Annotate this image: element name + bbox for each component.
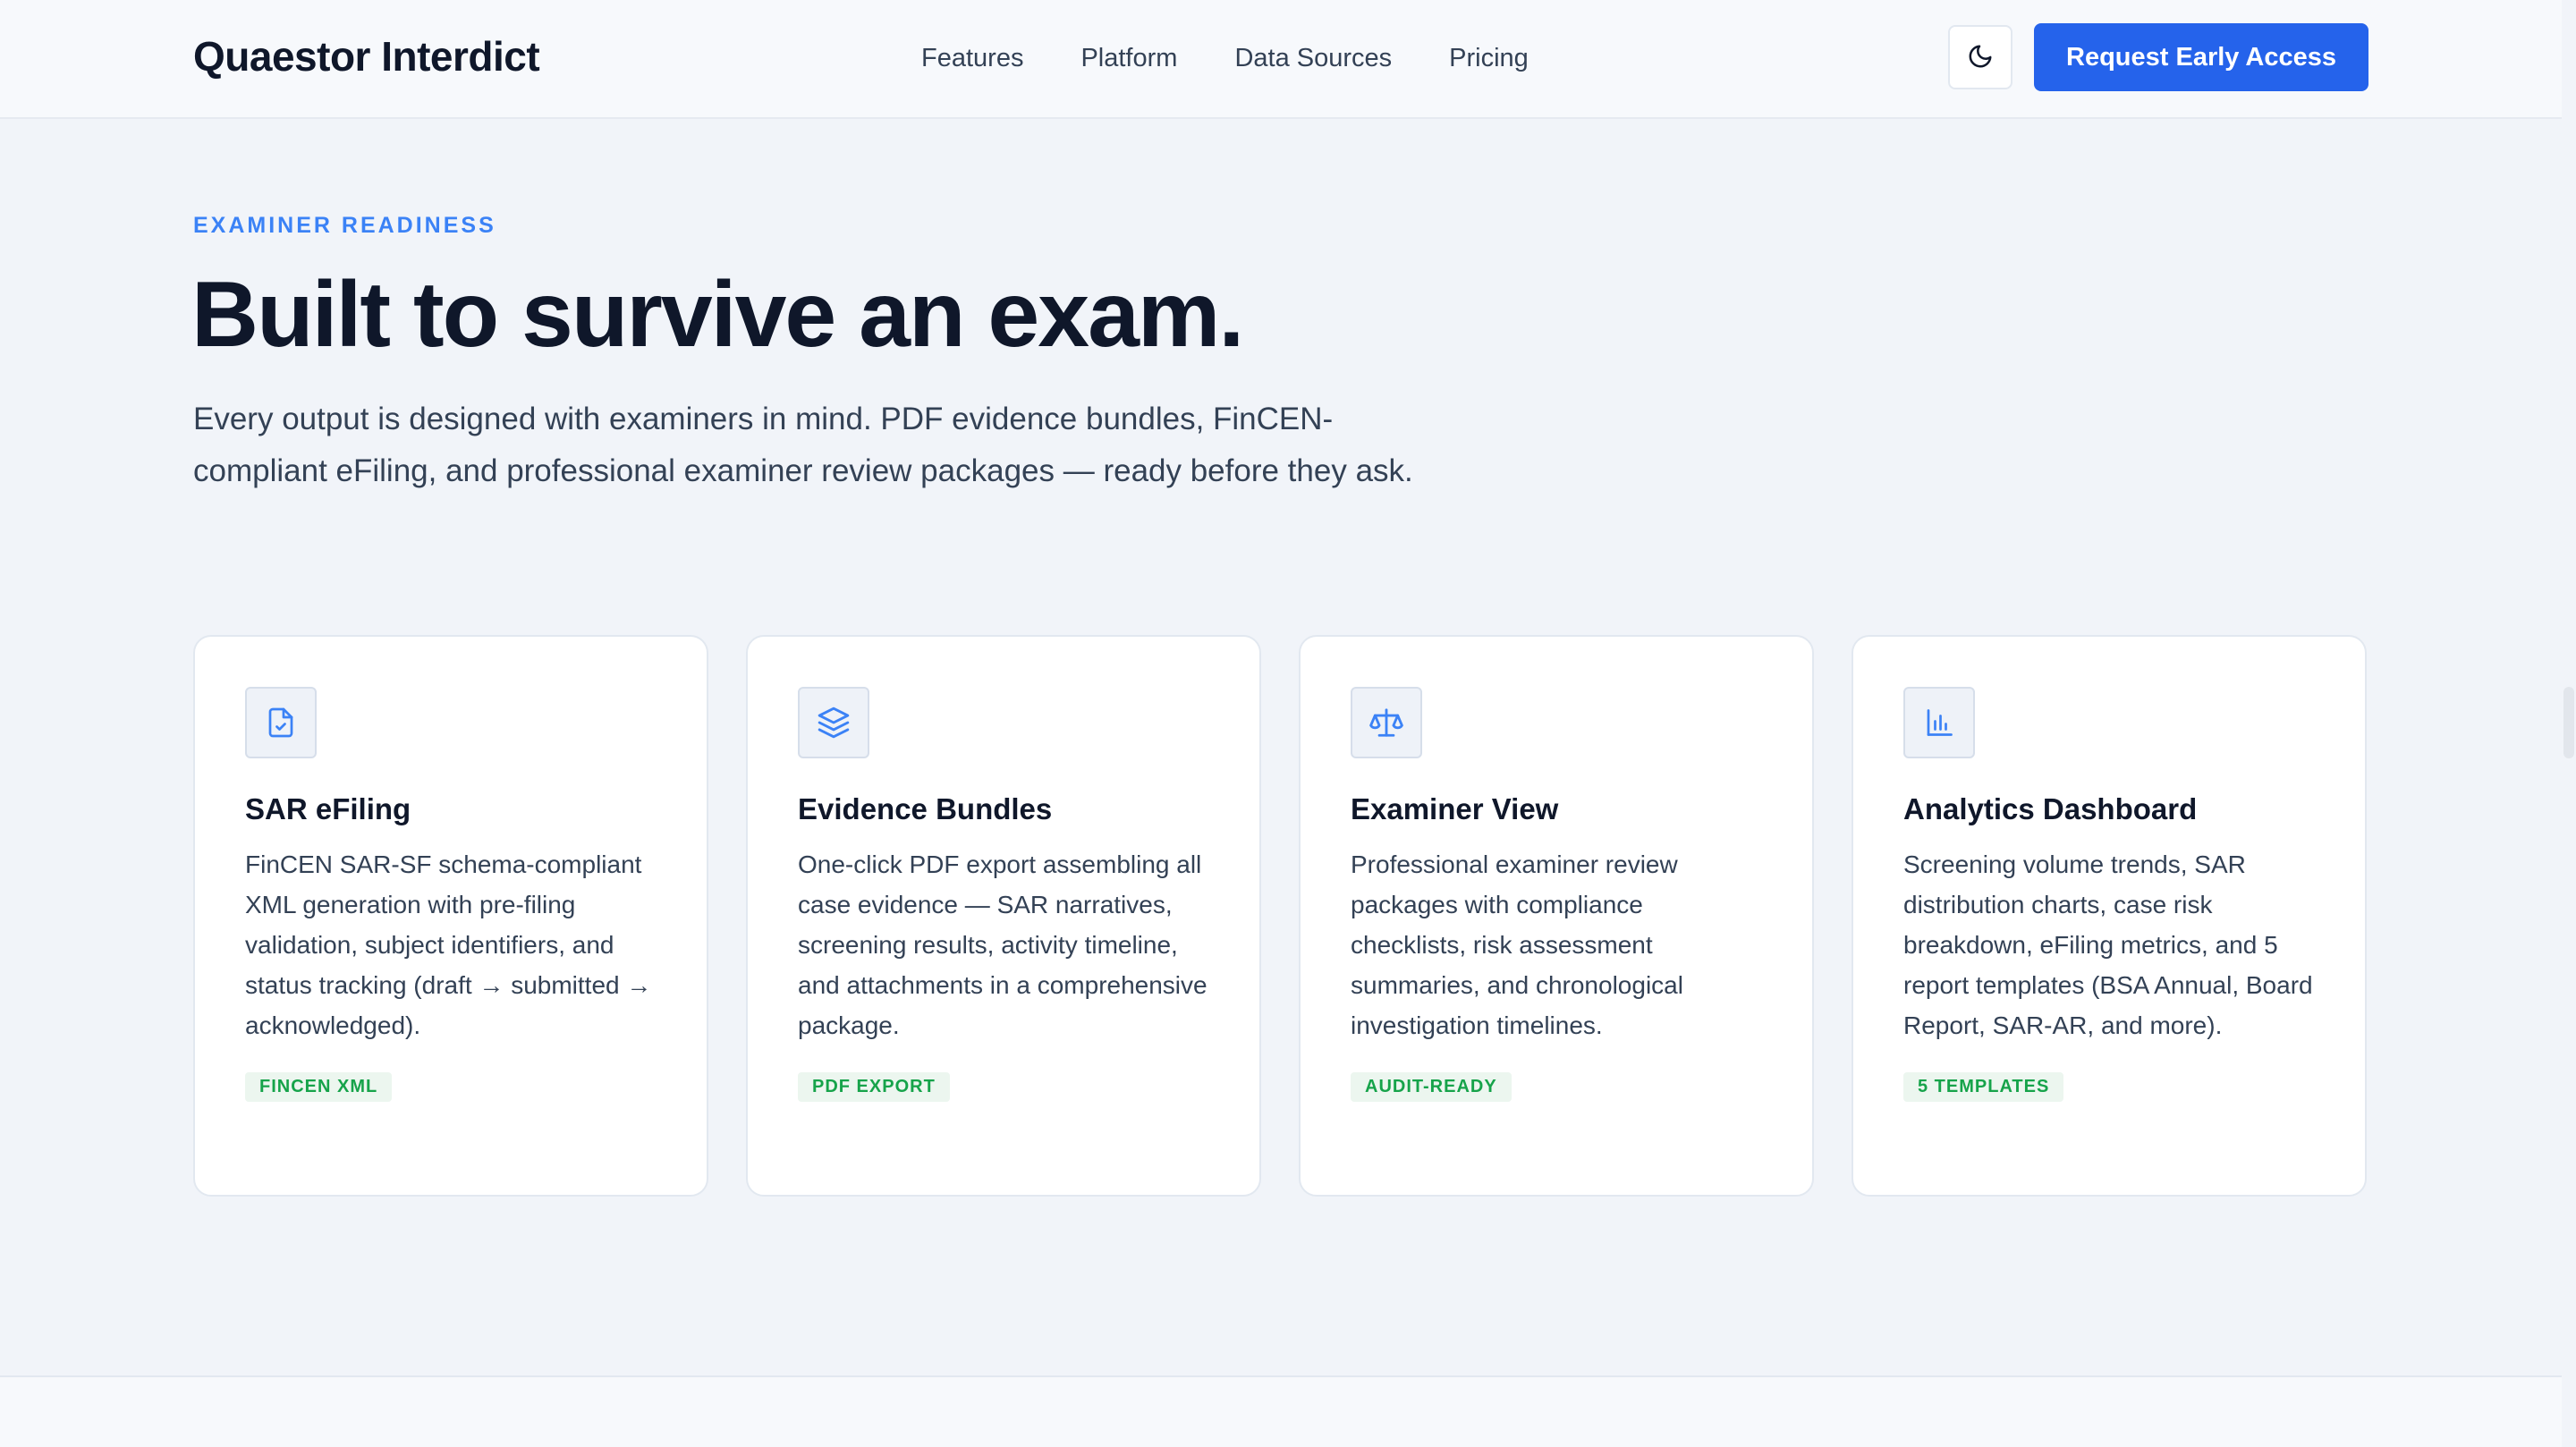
brand-logo[interactable]: Quaestor Interdict (193, 30, 540, 82)
hero-description: Every output is designed with examiners … (193, 402, 1413, 488)
feature-cards: SAR eFiling FinCEN SAR-SF schema-complia… (193, 635, 2367, 1197)
card-badge: PDF EXPORT (798, 1072, 950, 1102)
site-header: Quaestor Interdict Features Platform Dat… (0, 0, 2562, 119)
nav-pricing[interactable]: Pricing (1449, 39, 1529, 77)
request-early-access-button[interactable]: Request Early Access (2034, 23, 2368, 91)
page: Quaestor Interdict Features Platform Dat… (0, 0, 2576, 1447)
layers-icon (798, 687, 869, 758)
moon-icon (1967, 43, 1994, 72)
feature-card-evidence-bundles: Evidence Bundles One-click PDF export as… (746, 635, 1261, 1197)
card-description: One-click PDF export assembling all case… (798, 850, 1208, 1039)
main-nav: Features Platform Data Sources Pricing (921, 39, 1529, 77)
nav-data-sources[interactable]: Data Sources (1234, 39, 1392, 77)
card-title: SAR eFiling (245, 792, 411, 825)
bar-chart-icon (1903, 687, 1975, 758)
feature-card-analytics-dashboard: Analytics Dashboard Screening volume tre… (1852, 635, 2367, 1197)
page-title: Built to survive an exam. (191, 263, 1244, 367)
section-eyebrow: EXAMINER READINESS (193, 213, 496, 238)
card-description: Professional examiner review packages wi… (1351, 850, 1683, 1039)
nav-features[interactable]: Features (921, 39, 1023, 77)
card-title: Evidence Bundles (798, 792, 1053, 825)
nav-platform[interactable]: Platform (1080, 39, 1177, 77)
card-description: Screening volume trends, SAR distributio… (1903, 850, 2313, 1039)
file-check-icon (245, 687, 317, 758)
theme-toggle-button[interactable] (1948, 25, 2012, 89)
feature-card-examiner-view: Examiner View Professional examiner revi… (1299, 635, 1814, 1197)
card-badge: 5 TEMPLATES (1903, 1072, 2064, 1102)
card-title: Analytics Dashboard (1903, 792, 2198, 825)
card-badge: FINCEN XML (245, 1072, 393, 1102)
card-badge: AUDIT-READY (1351, 1072, 1512, 1102)
scrollbar-thumb[interactable] (2563, 687, 2574, 758)
next-section-band (0, 1375, 2562, 1447)
card-title: Examiner View (1351, 792, 1559, 825)
scale-icon (1351, 687, 1422, 758)
feature-card-sar-efiling: SAR eFiling FinCEN SAR-SF schema-complia… (193, 635, 708, 1197)
card-description: FinCEN SAR-SF schema-compliant XML gener… (245, 850, 652, 1039)
